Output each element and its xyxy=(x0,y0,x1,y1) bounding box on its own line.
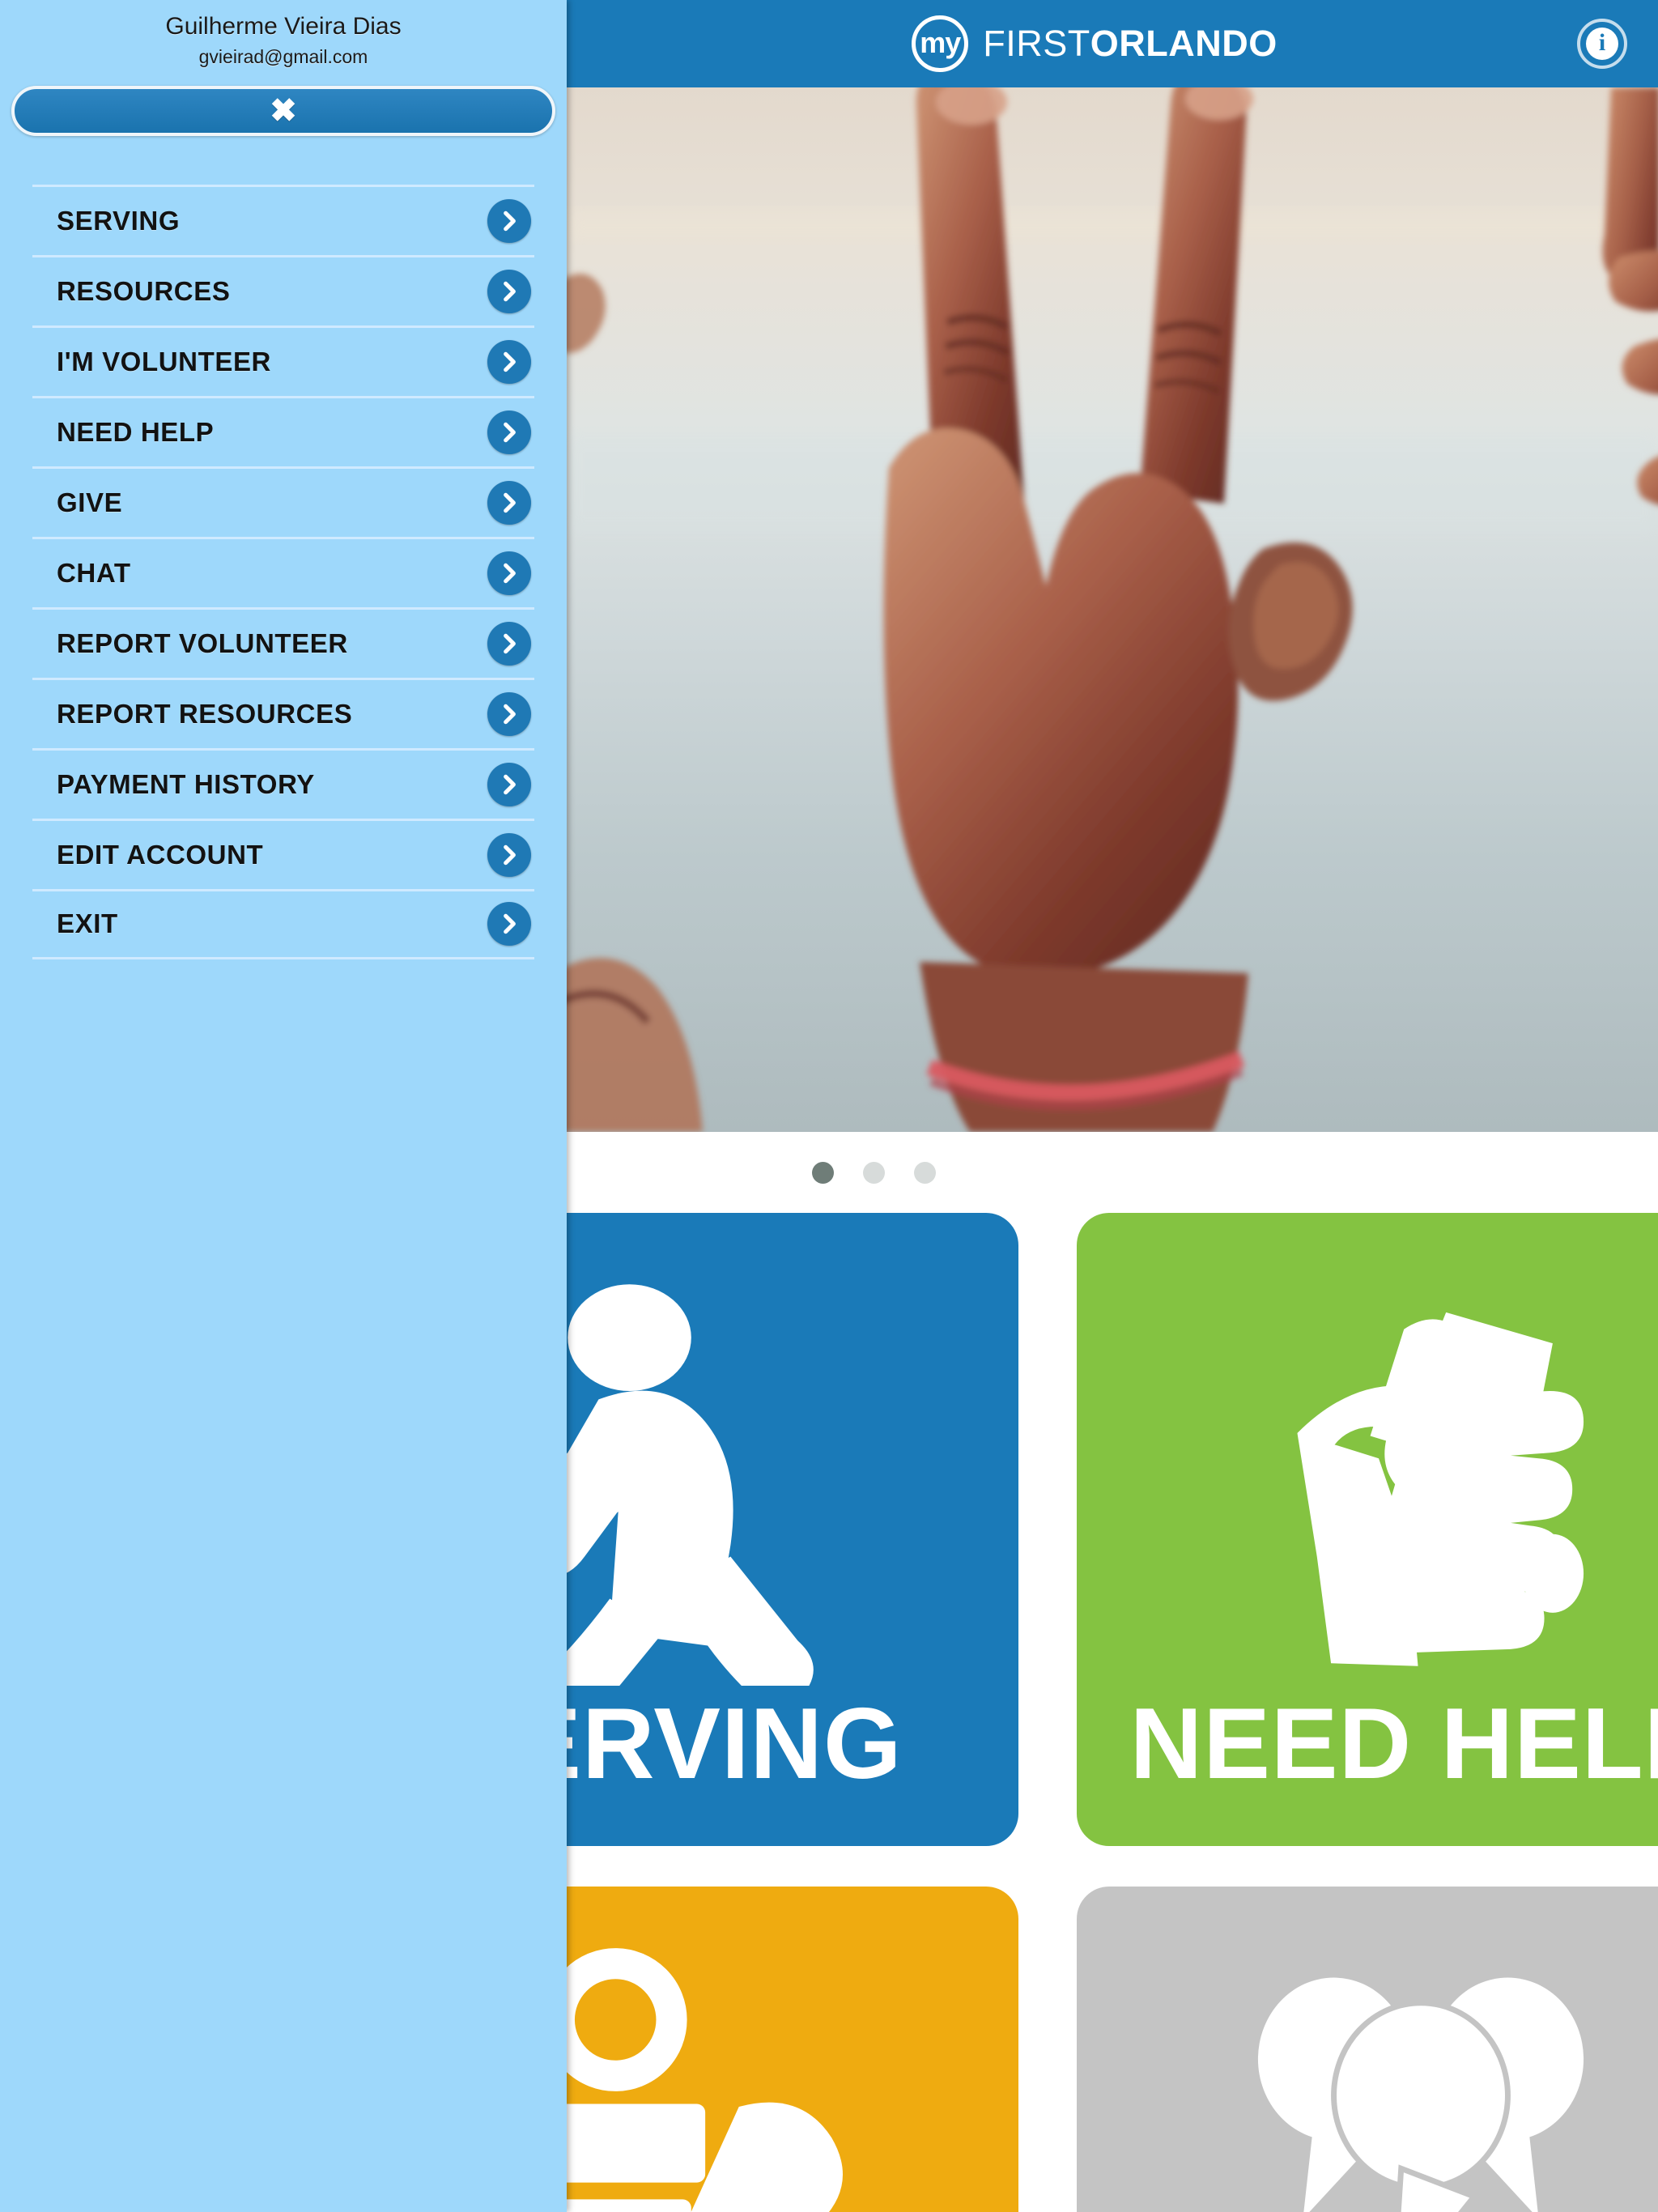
menu-item-label: CHAT xyxy=(57,557,131,588)
brand-logo: my FIRSTORLANDO xyxy=(912,15,1277,72)
brand-word-orlando: ORLANDO xyxy=(1090,23,1278,64)
brand-circle-icon: my xyxy=(912,15,969,72)
menu-item-need-help[interactable]: NEED HELP xyxy=(32,395,534,466)
menu-item-chat[interactable]: CHAT xyxy=(32,536,534,607)
chevron-right-icon xyxy=(487,480,531,525)
hero-carousel-image[interactable] xyxy=(567,87,1658,1132)
close-drawer-button[interactable]: ✖ xyxy=(11,85,555,136)
handshake-icon xyxy=(1194,1265,1647,1686)
app-header: my FIRSTORLANDO i xyxy=(567,0,1658,87)
menu-item-exit[interactable]: EXIT xyxy=(32,888,534,959)
brand-circle-text: my xyxy=(920,25,961,59)
menu-item-edit-account[interactable]: EDIT ACCOUNT xyxy=(32,818,534,889)
chevron-right-icon xyxy=(487,269,531,313)
account-header: Guilherme Vieira Dias gvieirad@gmail.com xyxy=(0,0,567,70)
info-icon-letter: i xyxy=(1586,28,1618,60)
hero-illustration xyxy=(567,87,1658,1132)
menu-item-label: RESOURCES xyxy=(57,275,231,306)
menu-item-label: I'M VOLUNTEER xyxy=(57,346,271,376)
speech-bubbles-icon xyxy=(1194,1938,1647,2212)
navigation-drawer: Guilherme Vieira Dias gvieirad@gmail.com… xyxy=(0,0,567,2212)
carousel-dot-1[interactable] xyxy=(811,1161,834,1184)
menu-item-label: NEED HELP xyxy=(57,416,215,447)
tile-label: NEED HELP xyxy=(1129,1688,1658,1800)
menu-item-give[interactable]: GIVE xyxy=(32,466,534,537)
chevron-right-icon xyxy=(487,691,531,736)
menu-item-label: EDIT ACCOUNT xyxy=(57,839,264,870)
info-icon[interactable]: i xyxy=(1577,19,1627,69)
account-name: Guilherme Vieira Dias xyxy=(165,13,402,40)
chevron-right-icon xyxy=(487,198,531,243)
chevron-right-icon xyxy=(487,621,531,666)
menu-item-im-volunteer[interactable]: I'M VOLUNTEER xyxy=(32,325,534,396)
menu-item-payment-history[interactable]: PAYMENT HISTORY xyxy=(32,747,534,819)
carousel-dot-3[interactable] xyxy=(913,1161,936,1184)
menu-item-label: PAYMENT HISTORY xyxy=(57,768,315,799)
tile-need-help[interactable]: NEED HELP xyxy=(1077,1213,1658,1846)
account-email: gvieirad@gmail.com xyxy=(198,45,368,67)
chevron-right-icon xyxy=(487,832,531,877)
menu-item-report-volunteer[interactable]: REPORT VOLUNTEER xyxy=(32,606,534,678)
chevron-right-icon xyxy=(487,551,531,595)
chevron-right-icon xyxy=(487,410,531,454)
menu-item-label: EXIT xyxy=(57,908,118,939)
carousel-dot-2[interactable] xyxy=(862,1161,885,1184)
menu-item-label: REPORT RESOURCES xyxy=(57,698,353,729)
chevron-right-icon xyxy=(487,339,531,384)
app-root: my FIRSTORLANDO i SERVING NEED HELP Guil… xyxy=(0,0,1658,2212)
drawer-menu: SERVING RESOURCES I'M VOLUNTEER NEED HEL… xyxy=(0,184,567,959)
tile-chat[interactable]: CHAT xyxy=(1077,1887,1658,2212)
close-icon: ✖ xyxy=(270,92,297,129)
menu-item-report-resources[interactable]: REPORT RESOURCES xyxy=(32,677,534,748)
chevron-right-icon xyxy=(487,762,531,806)
brand-word-first: FIRST xyxy=(983,23,1090,64)
chevron-right-icon xyxy=(487,902,531,946)
menu-item-label: GIVE xyxy=(57,487,123,517)
menu-item-label: REPORT VOLUNTEER xyxy=(57,627,348,658)
menu-item-resources[interactable]: RESOURCES xyxy=(32,254,534,325)
menu-item-label: SERVING xyxy=(57,205,181,236)
menu-item-serving[interactable]: SERVING xyxy=(32,184,534,255)
brand-wordmark: FIRSTORLANDO xyxy=(983,23,1277,65)
